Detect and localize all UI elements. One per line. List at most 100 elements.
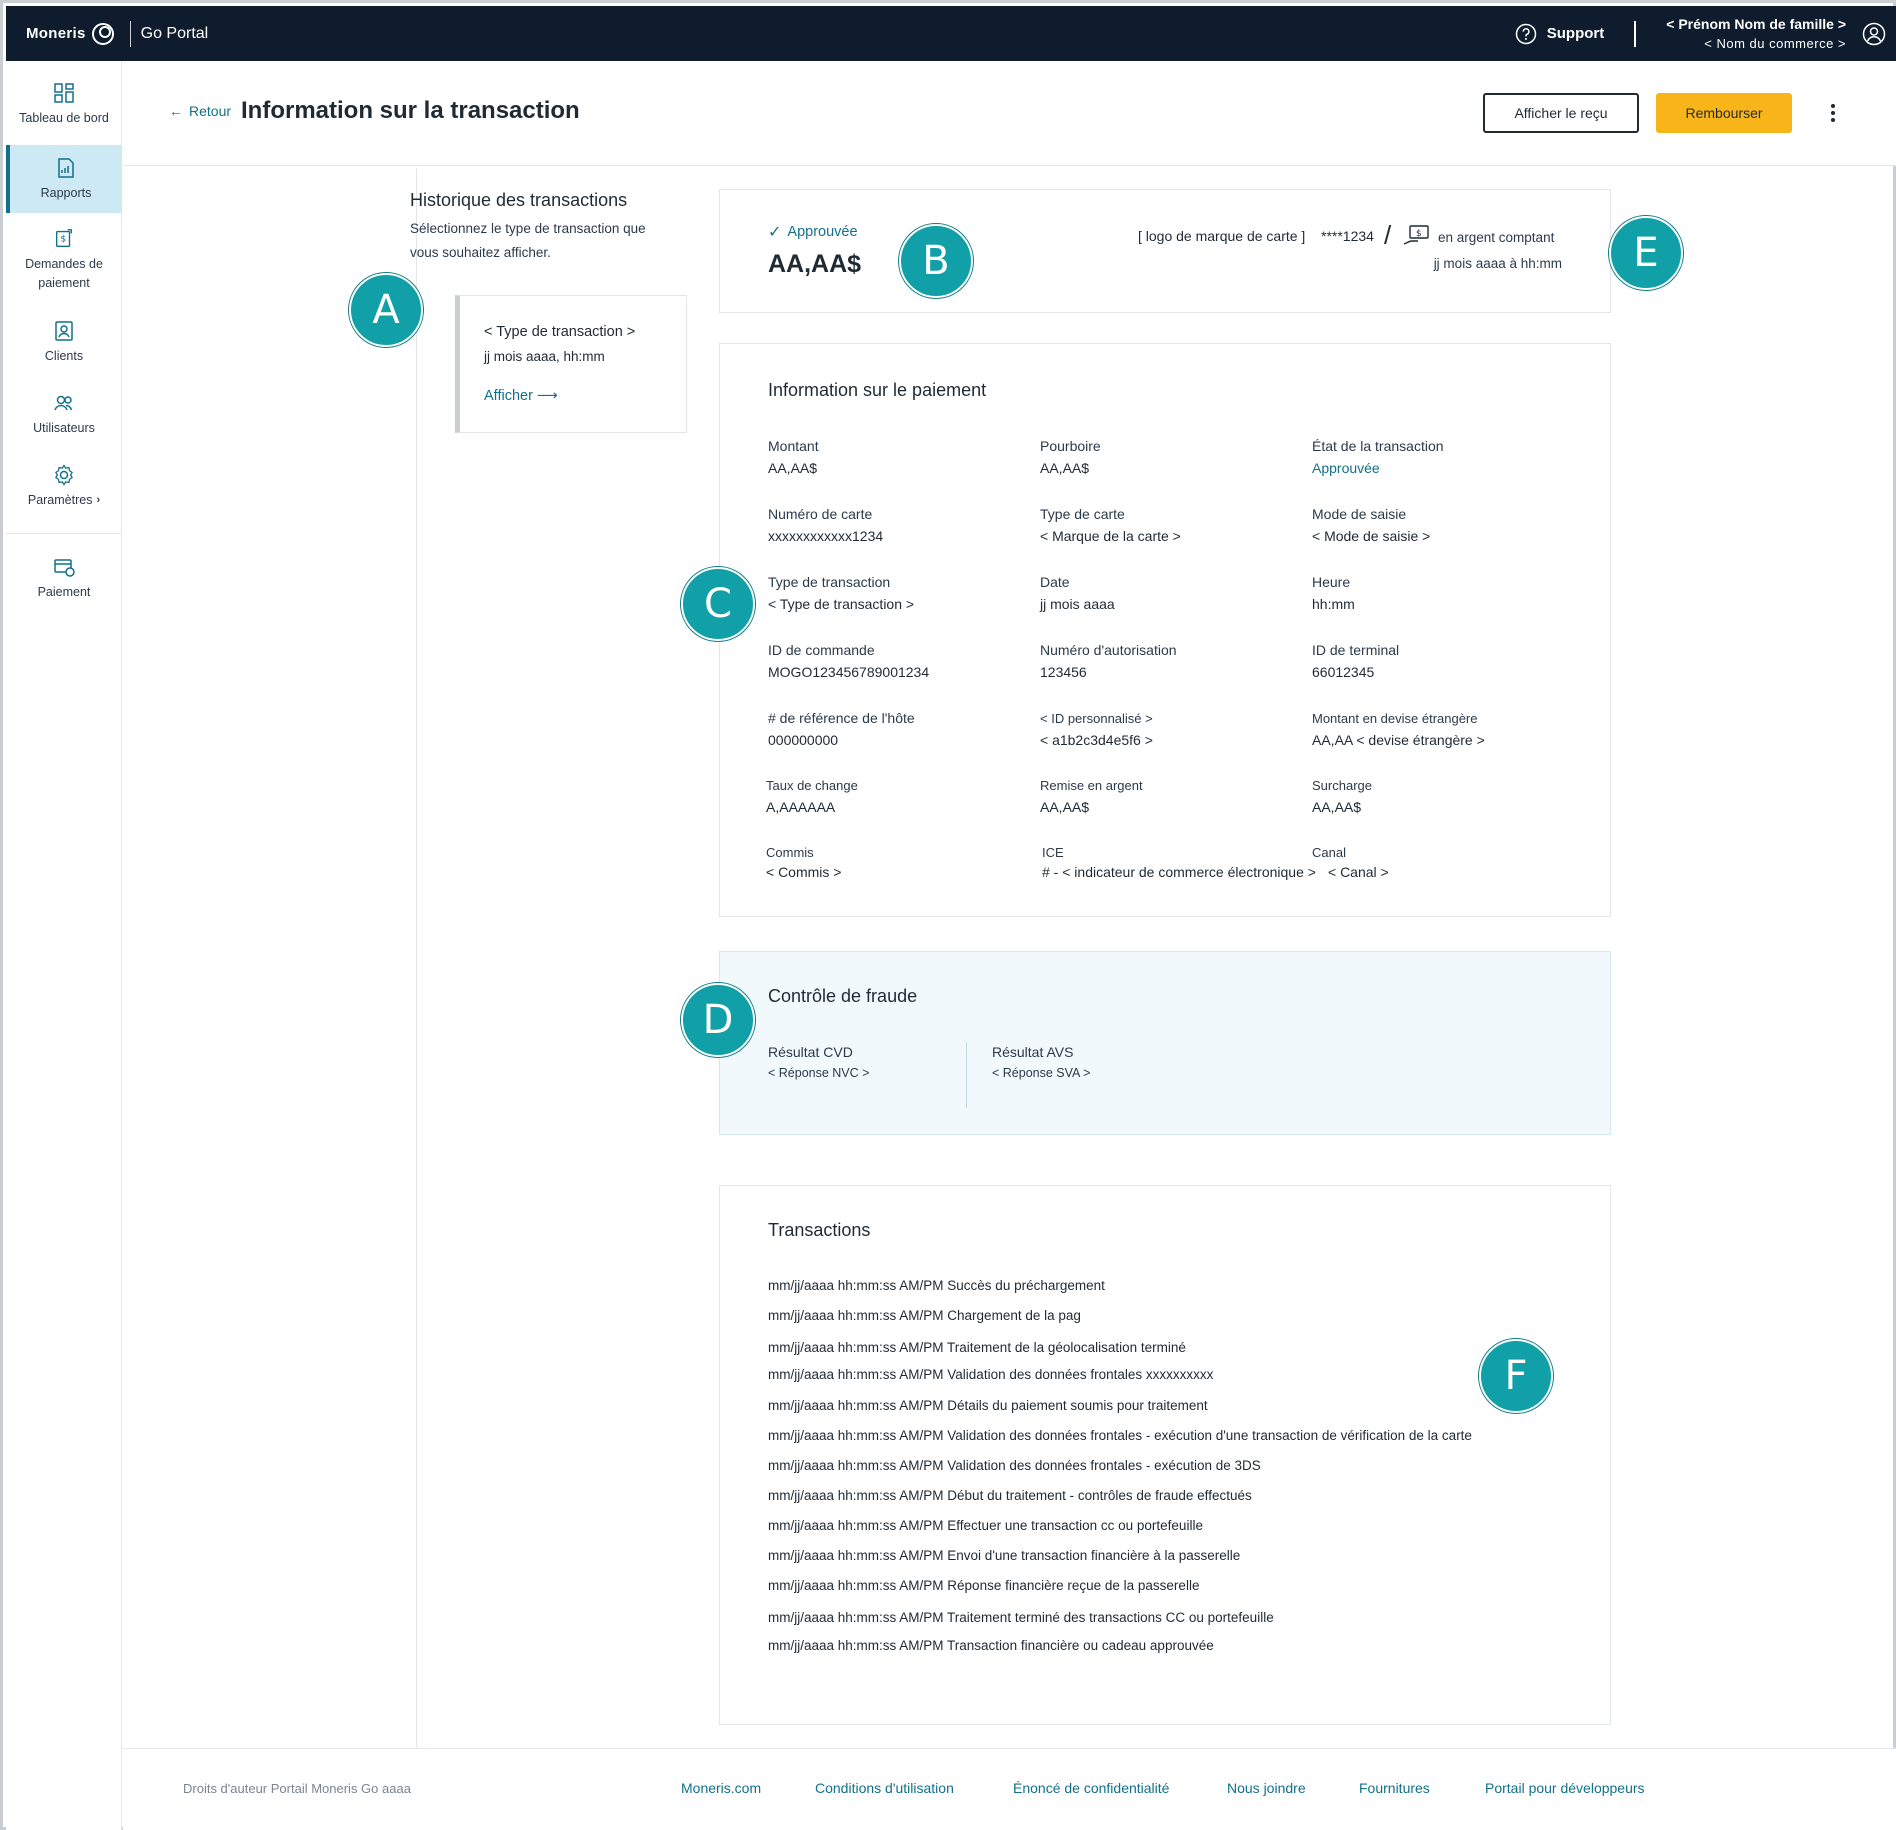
history-view-link[interactable]: Afficher ⟶ [484,388,558,404]
field-label: Commis [766,845,814,860]
footer-link-developers[interactable]: Portail pour développeurs [1485,1780,1645,1796]
field-value: 123456 [1040,664,1087,680]
list-item: mm/jj/aaaa hh:mm:ss AM/PM Début du trait… [768,1488,1252,1503]
payment-method-label: en argent comptant [1438,230,1555,245]
history-subtitle-line1: Sélectionnez le type de transaction que [410,221,646,236]
cvd-result-label: Résultat CVD [768,1044,853,1060]
copyright: Droits d'auteur Portail Moneris Go aaaa [183,1781,411,1796]
field-label: # de référence de l'hôte [768,710,915,726]
arrow-right-icon: ⟶ [536,388,558,404]
transaction-datetime: jj mois aaaa à hh:mm [1433,256,1562,271]
svg-text:$: $ [60,234,66,245]
field-label: Montant en devise étrangère [1312,711,1478,726]
separator-slash: / [1384,220,1392,250]
footer-link-moneris[interactable]: Moneris.com [681,1780,761,1796]
transaction-amount: AA,AA$ [768,250,862,278]
field-value: Approuvée [1312,460,1380,476]
history-subtitle: Sélectionnez le type de transaction que … [410,217,680,265]
list-item: mm/jj/aaaa hh:mm:ss AM/PM Traitement de … [768,1340,1186,1355]
footer-link-privacy[interactable]: Énoncé de confidentialité [1013,1780,1169,1796]
field-value: jj mois aaaa [1040,596,1115,612]
transactions-card: Transactions mm/jj/aaaa hh:mm:ss AM/PM S… [719,1185,1611,1725]
view-receipt-button[interactable]: Afficher le reçu [1483,93,1639,133]
sidebar-item-users[interactable]: Utilisateurs [6,391,122,441]
callout-e: E [1609,216,1683,290]
callout-a: A [349,273,423,347]
history-card-type: < Type de transaction > [484,324,636,340]
field-label: Numéro d'autorisation [1040,642,1177,658]
cash-icon: $ [1403,225,1429,245]
brand[interactable]: Moneris Go Portal [26,6,208,61]
footer-link-contact[interactable]: Nous joindre [1227,1780,1306,1796]
reports-icon [58,158,74,178]
brand-name: Moneris [26,25,86,42]
more-options-icon[interactable] [1823,101,1843,125]
history-title: Historique des transactions [410,190,628,210]
arrow-left-icon: ← [169,103,183,119]
field-label: Numéro de carte [768,506,873,522]
footer: Droits d'auteur Portail Moneris Go aaaa … [123,1748,1896,1830]
sidebar-item-payment-requests[interactable]: $ Demandes de paiement [6,227,122,293]
fraud-title: Contrôle de fraude [768,986,918,1006]
list-item: mm/jj/aaaa hh:mm:ss AM/PM Transaction fi… [768,1638,1214,1653]
field-label: ID de terminal [1312,642,1400,658]
settings-icon [55,464,73,486]
field-label: Heure [1312,574,1351,590]
history-card[interactable]: < Type de transaction > jj mois aaaa, hh… [455,295,687,433]
card-number-masked: ****1234 [1321,228,1374,244]
field-value: hh:mm [1312,596,1355,612]
field-label: Canal [1312,845,1346,860]
field-label: Type de transaction [768,574,891,590]
sidebar-item-label: Paiement [37,585,91,599]
field-value: AA,AA$ [1040,460,1090,476]
top-bar: Moneris Go Portal Support < Prénom Nom d… [6,6,1896,61]
sidebar-item-dashboard[interactable]: Tableau de bord [6,81,122,141]
field-value: < Marque de la carte > [1040,528,1181,544]
field-value: AA,AA$ [1040,799,1090,815]
support-link[interactable]: Support [1515,23,1605,45]
field-value: < Mode de saisie > [1312,528,1431,544]
payment-icon [54,559,75,577]
status-label: Approuvée [787,224,858,240]
user-avatar-icon[interactable] [1862,22,1886,46]
support-label: Support [1546,25,1605,42]
user-menu[interactable]: < Prénom Nom de famille > < Nom du comme… [1666,14,1846,54]
settings-label-row: Paramètres › [28,493,100,507]
status-approved: ✓ Approuvée [768,222,858,242]
users-icon [54,395,73,411]
help-icon [1515,23,1537,44]
sidebar-item-label: Utilisateurs [33,421,95,435]
callout-d: D [681,983,755,1057]
back-label: Retour [189,103,232,119]
field-value: MOGO123456789001234 [768,664,930,680]
field-value: 000000000 [768,732,839,748]
page-title: Information sur la transaction [241,97,580,124]
list-item: mm/jj/aaaa hh:mm:ss AM/PM Validation des… [768,1428,1472,1443]
callout-c: C [681,567,755,641]
clients-icon [55,321,73,341]
field-label: Taux de change [766,778,858,793]
refund-button[interactable]: Rembourser [1656,93,1792,133]
sidebar-item-reports[interactable]: Rapports [6,145,122,213]
payment-info-card: Information sur le paiement Montant AA,A… [719,343,1611,917]
field-label: Montant [768,438,819,454]
list-item: mm/jj/aaaa hh:mm:ss AM/PM Détails du pai… [768,1398,1208,1413]
list-item: mm/jj/aaaa hh:mm:ss AM/PM Chargement de … [768,1308,1081,1323]
sidebar-item-settings[interactable]: Paramètres › [6,463,122,513]
sidebar-item-clients[interactable]: Clients [6,319,122,369]
moneris-logo: Moneris [26,21,116,47]
field-value: AA,AA < devise étrangère > [1312,732,1485,748]
footer-link-supplies[interactable]: Fournitures [1359,1780,1430,1796]
sidebar-item-label: Tableau de bord [19,111,109,125]
field-value: # - < indicateur de commerce électroniqu… [1042,864,1316,880]
footer-link-terms[interactable]: Conditions d'utilisation [815,1780,954,1796]
back-link[interactable]: ← Retour [169,103,231,119]
field-value: < Canal > [1328,864,1389,880]
field-label: Surcharge [1312,778,1372,793]
history-view-label: Afficher [484,388,533,404]
moneris-swirl-icon [91,22,114,45]
sidebar-item-payment[interactable]: Paiement [6,555,122,605]
sidebar-item-label: Paramètres [27,493,93,507]
field-label: < ID personnalisé > [1040,711,1153,726]
fraud-divider [966,1042,967,1108]
